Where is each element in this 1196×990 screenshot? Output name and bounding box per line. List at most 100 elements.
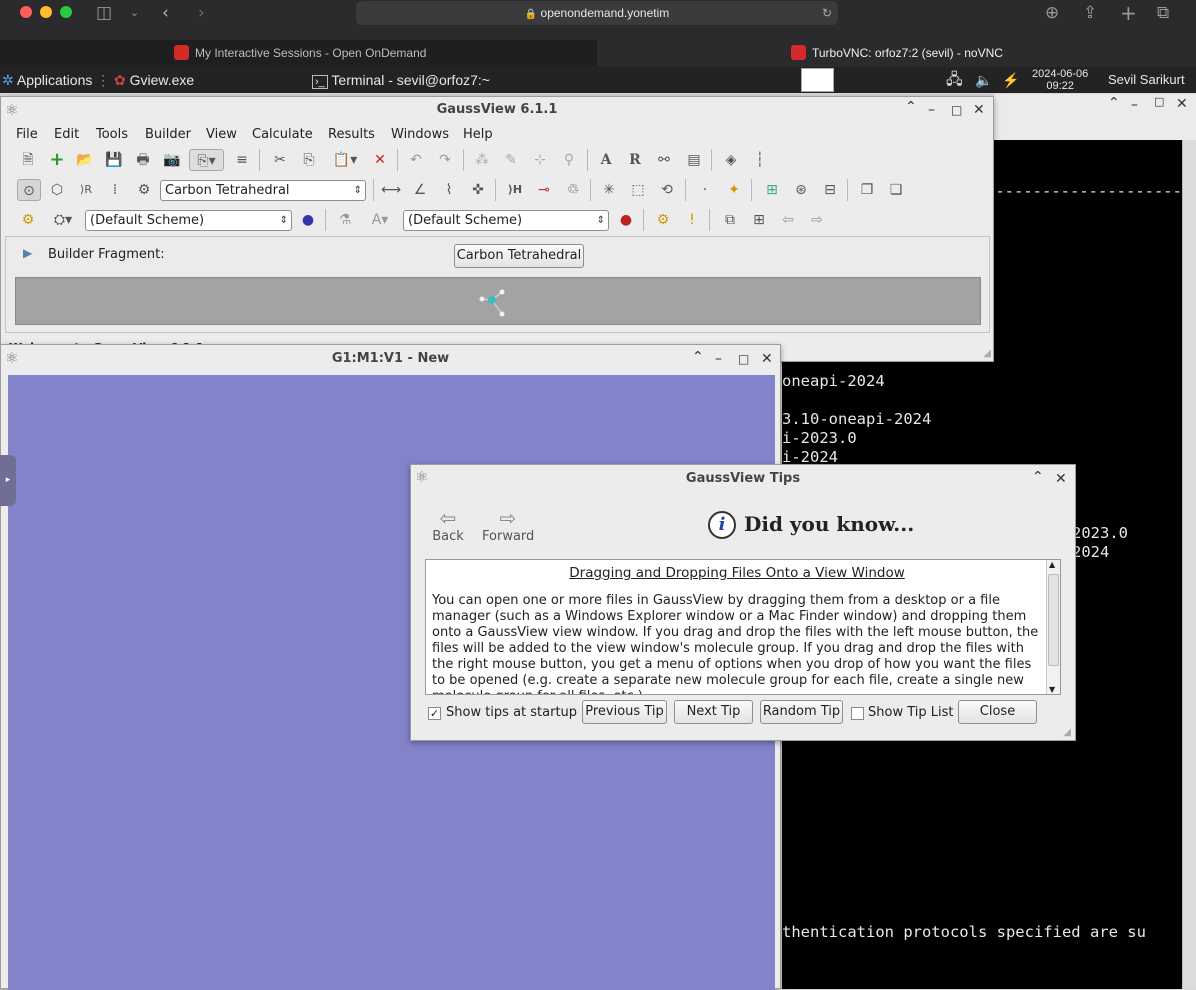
tip-scrollbar[interactable]: ▲ ▼ — [1046, 560, 1060, 694]
fragment-select[interactable]: Carbon Tetrahedral ⇕ — [160, 180, 366, 201]
close-icon[interactable]: ✕ — [1176, 91, 1188, 117]
tab-overview-icon[interactable]: ⧉ — [1157, 3, 1169, 23]
menu-tools[interactable]: Tools — [96, 124, 128, 146]
menu-file[interactable]: File — [16, 124, 38, 146]
link-icon[interactable]: ⚯ — [653, 149, 675, 171]
download-icon[interactable]: ⊕ — [1045, 3, 1059, 23]
show-tip-list-checkbox[interactable] — [851, 707, 864, 720]
grid-icon[interactable]: ⊞ — [748, 209, 770, 231]
list-icon[interactable]: ≡ — [231, 149, 253, 171]
undo-icon[interactable]: ↶ — [405, 149, 427, 171]
shade-icon[interactable]: ⌃ — [905, 94, 917, 120]
add-window-icon[interactable]: ⊞ — [761, 179, 783, 201]
biofragment-icon[interactable]: ⚙ — [133, 179, 155, 201]
clock[interactable]: 2024-06-06 09:22 — [1032, 67, 1088, 93]
add-icon[interactable]: + — [46, 149, 68, 171]
resize-grip-icon[interactable]: ◢ — [983, 348, 991, 359]
previous-tip-button[interactable]: Previous Tip — [582, 700, 667, 724]
bond-length-icon[interactable]: ⟷ — [380, 179, 402, 201]
expand-arrow-icon[interactable]: ▶ — [23, 246, 32, 260]
resize-grip-icon[interactable]: ◢ — [1063, 727, 1071, 738]
save-image-icon[interactable]: ⊟ — [819, 179, 841, 201]
select-icon[interactable]: ⁂ — [471, 149, 493, 171]
close-icon[interactable]: ✕ — [761, 346, 773, 372]
symmetry-icon[interactable]: ✳ — [598, 179, 620, 201]
select-atoms-icon[interactable]: ⬚ — [627, 179, 649, 201]
chain-icon[interactable]: ⁞ — [104, 179, 126, 201]
text-r-icon[interactable]: R — [624, 149, 646, 171]
delete-atom-icon[interactable]: ⊸ — [533, 179, 555, 201]
paste-icon[interactable]: 📋▾ — [328, 149, 362, 171]
new-document-icon[interactable]: 🗎 — [17, 149, 39, 171]
color-scheme-select[interactable]: (Default Scheme) ⇕ — [85, 210, 292, 231]
bond-icon[interactable]: ⊹ — [529, 149, 551, 171]
menu-help[interactable]: Help — [463, 124, 493, 146]
scroll-down-icon[interactable]: ▼ — [1049, 685, 1055, 694]
clean-icon[interactable]: ♲ — [562, 179, 584, 201]
layers-icon[interactable]: ▤ — [683, 149, 705, 171]
minimize-icon[interactable]: – — [715, 346, 722, 372]
tab-turbovnc[interactable]: TurboVNC: orfoz7:2 (sevil) - noVNC — [597, 40, 1196, 67]
cut-icon[interactable]: ✂ — [269, 149, 291, 171]
workspace-switcher[interactable] — [801, 68, 834, 92]
orbital-icon[interactable]: ⚙ — [652, 209, 674, 231]
tab-interactive-sessions[interactable]: My Interactive Sessions - Open OnDemand — [0, 40, 596, 67]
camera-icon[interactable]: 📷 — [161, 149, 183, 171]
redo-icon[interactable]: ↷ — [434, 149, 456, 171]
share-icon[interactable]: ⇪ — [1083, 3, 1097, 23]
sidebar-icon[interactable]: ◫ — [96, 3, 112, 23]
surface-scheme-select[interactable]: (Default Scheme) ⇕ — [403, 210, 609, 231]
menu-results[interactable]: Results — [328, 124, 375, 146]
menu-calculate[interactable]: Calculate — [252, 124, 313, 146]
ring-icon[interactable]: ⬡ — [46, 179, 68, 201]
tip-text-area[interactable]: Dragging and Dropping Files Onto a View … — [425, 559, 1061, 695]
next-tip-button[interactable]: Next Tip — [674, 700, 753, 724]
display-settings-icon[interactable]: ⚙ — [17, 209, 39, 231]
brush-icon[interactable]: ✎ — [500, 149, 522, 171]
style-menu-icon[interactable]: ⛭▾ — [46, 209, 80, 231]
address-bar[interactable]: 🔒 openondemand.yonetim ↻ — [356, 1, 838, 25]
shade-icon[interactable]: ⌃ — [1032, 464, 1044, 490]
add-hydrogen-icon[interactable]: ⟩H — [504, 179, 526, 201]
network-icon[interactable]: 🖧 — [946, 67, 963, 93]
dihedral-icon[interactable]: ⌇ — [438, 179, 460, 201]
close-icon[interactable]: ✕ — [1055, 466, 1067, 492]
volume-icon[interactable]: 🔈 — [975, 67, 992, 93]
diamond-icon[interactable]: ◈ — [720, 149, 742, 171]
paste-window-icon[interactable]: ❏ — [885, 179, 907, 201]
arrow-left-icon[interactable]: ⇦ — [777, 209, 799, 231]
close-window-button[interactable] — [20, 6, 32, 18]
pin-icon[interactable]: ┆ — [749, 149, 771, 171]
task-terminal[interactable]: ›_ Terminal - sevil@orfoz7:~ — [312, 67, 490, 93]
menu-builder[interactable]: Builder — [145, 124, 191, 146]
menu-windows[interactable]: Windows — [391, 124, 449, 146]
minimize-window-button[interactable] — [40, 6, 52, 18]
sparkle-icon[interactable]: ✦ — [723, 179, 745, 201]
builder-fragment-button[interactable]: Carbon Tetrahedral — [454, 244, 584, 268]
angle-icon[interactable]: ∠ — [409, 179, 431, 201]
maximize-icon[interactable]: □ — [951, 97, 962, 123]
new-tab-icon[interactable]: + — [1120, 3, 1137, 23]
point-icon[interactable]: · — [694, 179, 716, 201]
random-tip-button[interactable]: Random Tip — [760, 700, 843, 724]
light-icon[interactable]: ! — [681, 209, 703, 231]
r-group-icon[interactable]: ⟩R — [75, 179, 97, 201]
delete-icon[interactable]: ✕ — [369, 149, 391, 171]
label-menu-icon[interactable]: A▾ — [363, 209, 397, 231]
chevron-down-icon[interactable]: ⌄ — [130, 3, 139, 23]
forward-icon[interactable]: › — [198, 3, 205, 23]
maximize-icon[interactable]: □ — [1154, 89, 1164, 115]
task-gview[interactable]: ✿ Gview.exe — [114, 67, 194, 93]
close-icon[interactable]: ✕ — [973, 97, 985, 123]
minimize-icon[interactable]: – — [928, 97, 935, 123]
paste-special-icon[interactable]: ⎘▾ — [189, 149, 224, 171]
windows-cascade-icon[interactable]: ⧉ — [719, 209, 741, 231]
inquire-icon[interactable]: ✜ — [467, 179, 489, 201]
scroll-up-icon[interactable]: ▲ — [1049, 560, 1055, 569]
open-folder-icon[interactable]: 📂 — [74, 149, 96, 171]
copy-window-icon[interactable]: ❐ — [856, 179, 878, 201]
terminal-scrollbar[interactable] — [1182, 140, 1196, 989]
element-icon[interactable]: ⊙ — [17, 179, 41, 201]
minimize-icon[interactable]: – — [1131, 92, 1138, 118]
menu-edit[interactable]: Edit — [54, 124, 79, 146]
